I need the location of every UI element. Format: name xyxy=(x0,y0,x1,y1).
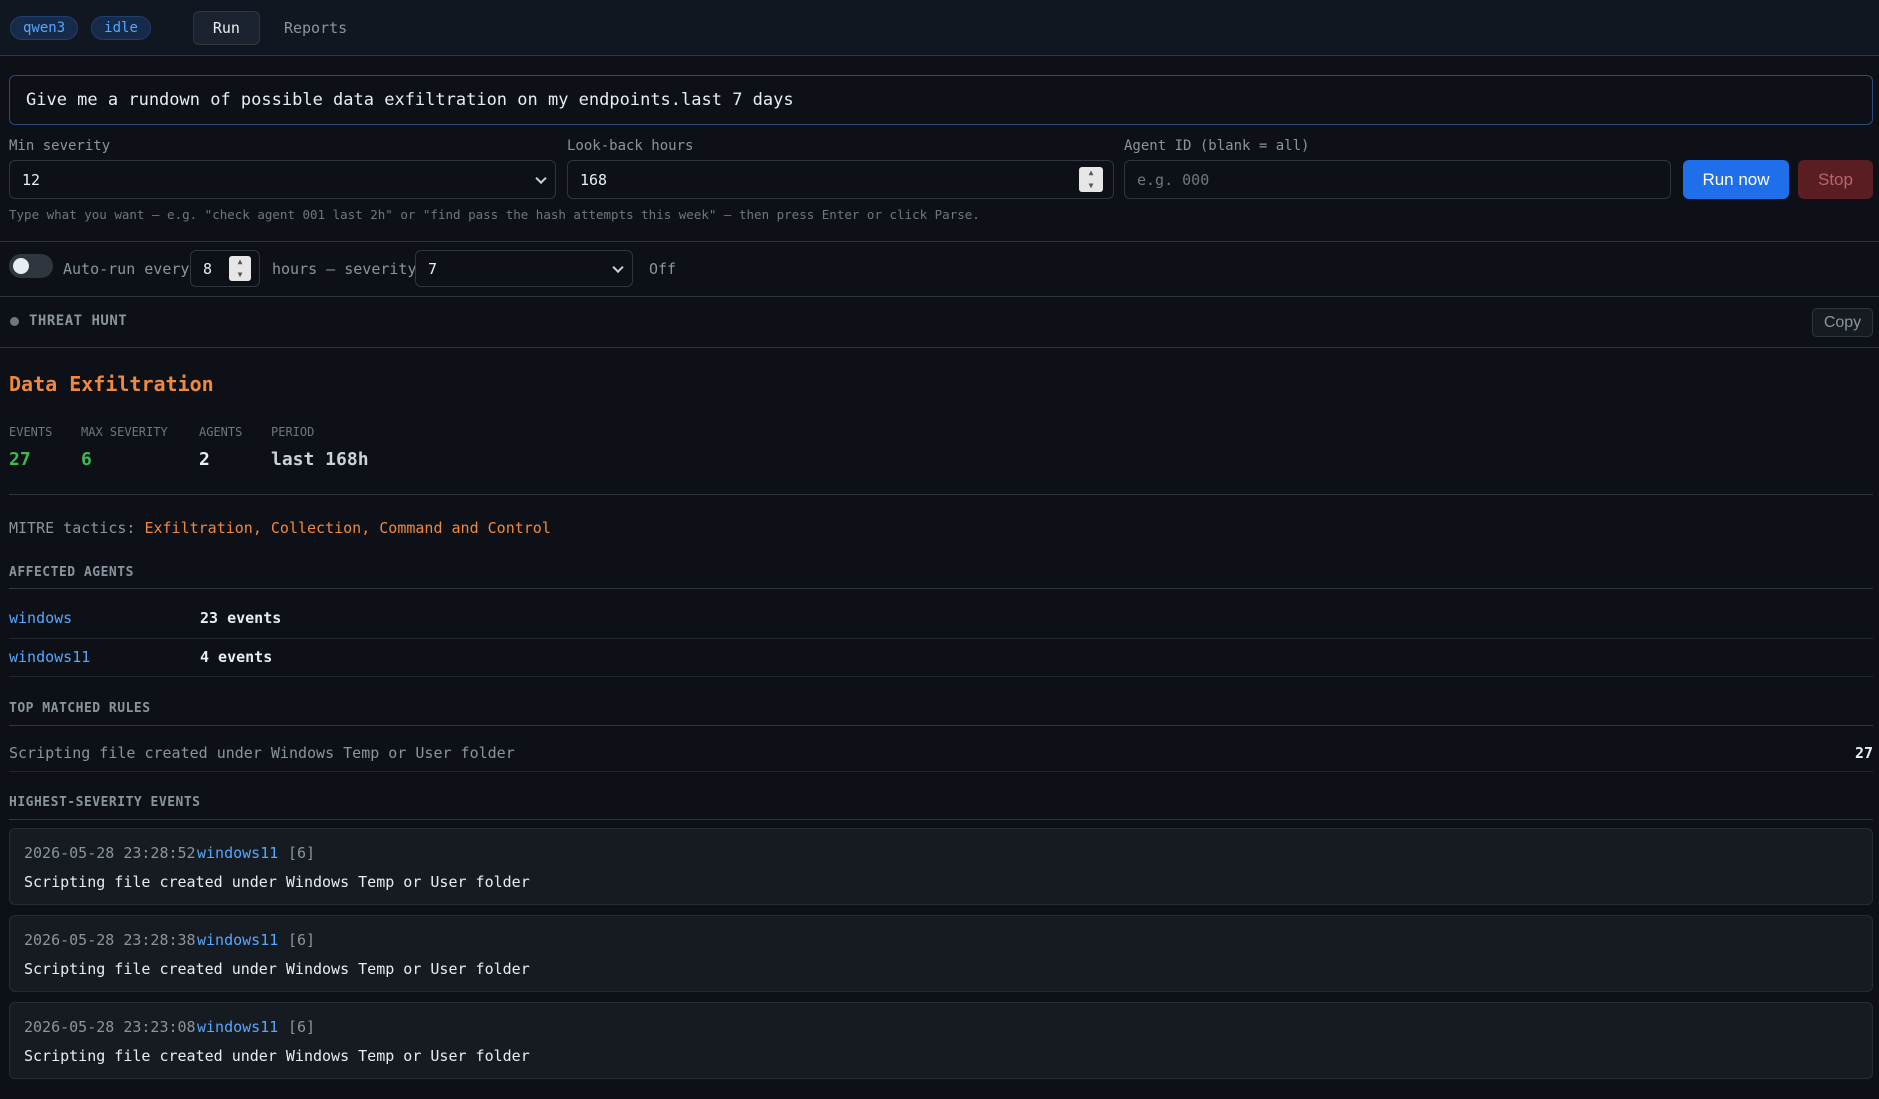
affected-agents-heading: AFFECTED AGENTS xyxy=(9,565,134,580)
autorun-hours-input[interactable]: 8 ▲ ▼ xyxy=(190,250,260,287)
autorun-status: Off xyxy=(649,260,677,278)
mitre-tactics: MITRE tactics: Exfiltration, Collection,… xyxy=(9,519,551,537)
rule-count: 27 xyxy=(1854,744,1873,762)
top-bar: qwen3 idle Run Reports xyxy=(0,0,1879,56)
event-card: 2026-05-28 23:23:08 windows11 [6] Script… xyxy=(9,1002,1873,1079)
stat-events-value: 27 xyxy=(9,449,31,470)
agent-event-count: 4 events xyxy=(200,648,273,666)
top-rules-heading: TOP MATCHED RULES xyxy=(9,701,151,716)
agent-id-input[interactable]: e.g. 000 xyxy=(1124,160,1671,199)
event-severity: [6] xyxy=(288,844,316,862)
model-badge: qwen3 xyxy=(10,15,79,40)
mitre-label: MITRE tactics: xyxy=(9,519,136,537)
stepper-icon[interactable]: ▲ ▼ xyxy=(1079,167,1103,192)
divider xyxy=(0,296,1879,297)
event-timestamp: 2026-05-28 23:23:08 xyxy=(24,1018,196,1036)
events-heading: HIGHEST-SEVERITY EVENTS xyxy=(9,795,201,810)
stat-max-severity-label: MAX SEVERITY xyxy=(81,425,168,439)
stat-agents-label: AGENTS xyxy=(199,425,243,439)
tab-reports[interactable]: Reports xyxy=(264,11,367,45)
divider xyxy=(0,347,1879,348)
lookback-label: Look-back hours xyxy=(567,138,694,154)
autorun-severity-label: hours — severity xyxy=(272,260,417,278)
min-severity-label: Min severity xyxy=(9,138,111,154)
threat-hunt-label: THREAT HUNT xyxy=(29,313,128,329)
divider xyxy=(9,771,1873,772)
event-timestamp: 2026-05-28 23:28:38 xyxy=(24,931,196,949)
stepper-icon[interactable]: ▲ ▼ xyxy=(229,256,251,281)
divider xyxy=(9,725,1873,726)
mitre-tactic: Collection xyxy=(270,519,362,537)
tactic-separator: , xyxy=(252,519,262,537)
event-agent-link[interactable]: windows11 xyxy=(197,931,278,949)
autorun-severity-select[interactable]: 7 xyxy=(415,250,633,287)
lookback-input[interactable]: 168 ▲ ▼ xyxy=(567,160,1114,199)
stat-period-value: last 168h xyxy=(271,449,369,470)
stat-events-label: EVENTS xyxy=(9,425,53,439)
agent-link[interactable]: windows11 xyxy=(9,648,90,666)
event-agent-link[interactable]: windows11 xyxy=(197,844,278,862)
agent-event-count: 23 events xyxy=(200,609,282,627)
chevron-down-icon xyxy=(612,261,624,273)
agent-link[interactable]: windows xyxy=(9,609,72,627)
divider xyxy=(0,241,1879,242)
lookback-value: 168 xyxy=(580,170,608,189)
event-severity: [6] xyxy=(288,1018,316,1036)
status-badge: idle xyxy=(91,15,151,40)
autorun-label: Auto-run every xyxy=(63,260,190,278)
divider xyxy=(9,676,1873,677)
event-description: Scripting file created under Windows Tem… xyxy=(24,960,530,978)
event-card: 2026-05-28 23:28:52 windows11 [6] Script… xyxy=(9,828,1873,905)
tab-run[interactable]: Run xyxy=(192,10,260,45)
autorun-hours-value: 8 xyxy=(203,259,213,278)
tab-bar: Run Reports xyxy=(192,10,367,45)
event-severity: [6] xyxy=(288,931,316,949)
event-agent-link[interactable]: windows11 xyxy=(197,1018,278,1036)
min-severity-select[interactable]: 12 xyxy=(9,160,556,199)
event-description: Scripting file created under Windows Tem… xyxy=(24,873,530,891)
stat-agents-value: 2 xyxy=(199,449,210,470)
rule-name: Scripting file created under Windows Tem… xyxy=(9,744,515,762)
hint-text: Type what you want — e.g. "check agent 0… xyxy=(9,207,980,222)
tactic-separator: , xyxy=(361,519,371,537)
event-card: 2026-05-28 23:28:38 windows11 [6] Script… xyxy=(9,915,1873,992)
divider xyxy=(9,819,1873,820)
copy-button[interactable]: Copy xyxy=(1812,308,1873,337)
autorun-toggle[interactable] xyxy=(9,254,53,278)
stop-button[interactable]: Stop xyxy=(1798,160,1873,199)
run-now-button[interactable]: Run now xyxy=(1683,160,1789,199)
divider xyxy=(9,494,1873,495)
min-severity-value: 12 xyxy=(22,170,41,189)
mitre-tactic: Command and Control xyxy=(379,519,551,537)
chevron-down-icon xyxy=(535,172,547,184)
divider xyxy=(9,638,1873,639)
query-input[interactable]: Give me a rundown of possible data exfil… xyxy=(9,75,1873,125)
event-description: Scripting file created under Windows Tem… xyxy=(24,1047,530,1065)
stat-period-label: PERIOD xyxy=(271,425,315,439)
autorun-severity-value: 7 xyxy=(428,259,438,278)
agent-id-label: Agent ID (blank = all) xyxy=(1124,138,1310,154)
report-title: Data Exfiltration xyxy=(9,372,214,396)
agent-id-placeholder: e.g. 000 xyxy=(1137,170,1210,189)
event-timestamp: 2026-05-28 23:28:52 xyxy=(24,844,196,862)
stat-max-severity-value: 6 xyxy=(81,449,92,470)
status-dot-icon xyxy=(10,317,19,326)
mitre-tactic: Exfiltration xyxy=(144,519,253,537)
divider xyxy=(9,588,1873,589)
